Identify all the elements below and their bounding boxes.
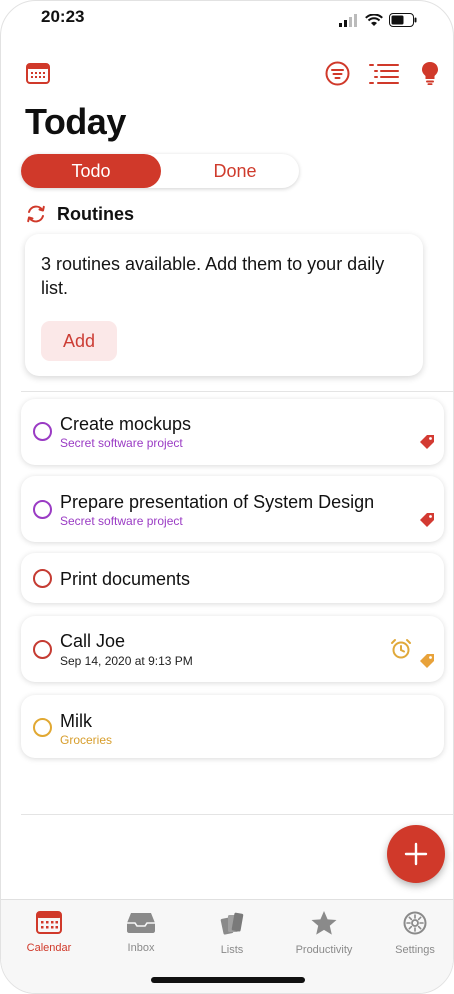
routines-card: 3 routines available. Add them to your d… (25, 234, 423, 376)
task-title: Print documents (60, 569, 191, 589)
task-subtitle: Secret software project (60, 514, 183, 528)
calendar-icon (36, 911, 62, 934)
calendar-button[interactable] (25, 61, 51, 85)
add-task-button[interactable] (387, 825, 445, 883)
lists-icon (220, 912, 244, 935)
task-title: Prepare presentation of System Design (60, 492, 375, 512)
task-complete-checkbox[interactable] (33, 718, 52, 737)
filter-button[interactable] (324, 61, 350, 85)
tag-icon (420, 513, 434, 527)
tab-settings[interactable]: Settings (375, 910, 453, 956)
tab-label: Productivity (295, 944, 353, 956)
task-title: Milk (60, 711, 92, 731)
ideas-button[interactable] (417, 61, 443, 85)
signal-icon (339, 13, 357, 27)
task-card[interactable]: Milk Groceries (21, 695, 444, 758)
filter-icon (325, 61, 349, 85)
task-subtitle: Groceries (60, 733, 113, 747)
task-title: Create mockups (60, 414, 192, 434)
gear-icon (403, 911, 427, 935)
tab-label: Lists (220, 944, 244, 956)
calendar-icon (26, 63, 50, 84)
add-routines-button[interactable]: Add (41, 321, 117, 361)
status-time: 20:23 (41, 7, 85, 26)
tab-lists[interactable]: Lists (192, 910, 272, 956)
tag-icon (420, 654, 434, 668)
task-card[interactable]: Print documents (21, 553, 444, 603)
list-view-button[interactable] (367, 61, 401, 85)
list-end-divider (21, 814, 453, 815)
task-complete-checkbox[interactable] (33, 569, 52, 588)
task-title: Call Joe (60, 631, 126, 651)
routines-message: 3 routines available. Add them to your d… (41, 254, 385, 298)
task-card[interactable]: Call Joe Sep 14, 2020 at 9:13 PM (21, 616, 444, 682)
tab-done[interactable]: Done (171, 154, 299, 188)
list-icon (369, 64, 399, 84)
tag-icon (420, 435, 434, 449)
todo-done-segmented: Todo Done (21, 154, 299, 188)
battery-icon (389, 13, 417, 27)
status-icons (339, 13, 417, 27)
task-complete-checkbox[interactable] (33, 640, 52, 659)
task-complete-checkbox[interactable] (33, 500, 52, 519)
inbox-icon (127, 913, 155, 933)
tab-label: Calendar (26, 942, 72, 954)
refresh-icon (27, 205, 45, 223)
app-screen: 20:23 Today Todo Done Routines 3 routine… (0, 0, 454, 994)
routines-heading: Routines (57, 203, 135, 224)
lightbulb-icon (422, 62, 438, 85)
tab-label: Settings (395, 944, 435, 956)
task-card[interactable]: Create mockups Secret software project (21, 399, 444, 465)
plus-icon (404, 842, 428, 866)
tab-calendar[interactable]: Calendar (9, 910, 89, 954)
task-subtitle: Secret software project (60, 436, 183, 450)
section-divider (21, 391, 453, 392)
tab-label: Inbox (127, 942, 155, 954)
task-due-date: Sep 14, 2020 at 9:13 PM (60, 654, 193, 668)
page-title: Today (25, 101, 126, 142)
tab-todo[interactable]: Todo (21, 154, 161, 188)
routines-header: Routines (25, 203, 134, 225)
wifi-icon (365, 13, 383, 26)
alarm-clock-icon (391, 639, 411, 659)
tab-productivity[interactable]: Productivity (284, 910, 364, 956)
tab-inbox[interactable]: Inbox (101, 910, 181, 954)
home-indicator[interactable] (151, 977, 305, 983)
star-icon (311, 911, 337, 935)
task-card[interactable]: Prepare presentation of System Design Se… (21, 476, 444, 542)
task-complete-checkbox[interactable] (33, 422, 52, 441)
